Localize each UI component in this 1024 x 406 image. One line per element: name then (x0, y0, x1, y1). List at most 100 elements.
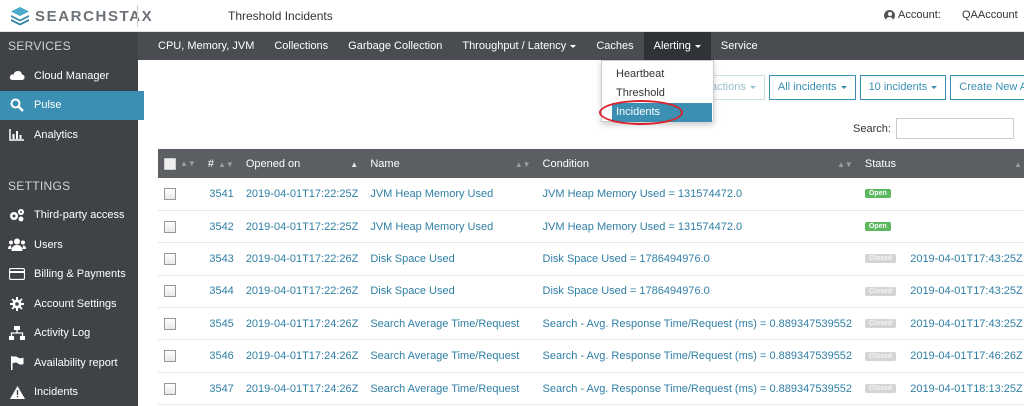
column-header-condition[interactable]: Condition ▲▼ (536, 149, 859, 178)
incident-opened-on[interactable]: 2019-04-01T17:24:26Z (239, 339, 365, 373)
search-icon (8, 98, 26, 113)
row-checkbox[interactable] (164, 187, 176, 200)
menu-item-heartbeat[interactable]: Heartbeat (602, 65, 713, 84)
sidebar-item-pulse[interactable]: Pulse (0, 90, 144, 120)
table-header-row: ▲▼ # ▲▼ Opened on ▲ Name ▲▼ Condition ▲▼ Sta… (158, 149, 1024, 178)
create-alert-button[interactable]: Create New Alert (950, 75, 1024, 100)
logo[interactable]: SEARCHSTAX (10, 6, 153, 26)
incident-closed-on[interactable]: 2019-04-01T18:13:25Z (910, 383, 1023, 395)
sidebar-item-incidents[interactable]: Incidents (0, 378, 138, 406)
incident-condition[interactable]: JVM Heap Memory Used = 131574472.0 (536, 210, 859, 244)
incident-closed-on[interactable]: 2019-04-01T17:43:25Z (910, 318, 1023, 330)
incident-name[interactable]: Search Average Time/Request (364, 339, 537, 373)
cloud-icon (8, 69, 26, 83)
incident-status-cell: Closed 2019-04-01T17:43:25Z (858, 242, 1024, 276)
incident-name[interactable]: JVM Heap Memory Used (364, 210, 537, 244)
nav-item-label: Alerting (653, 40, 691, 52)
column-header-id[interactable]: # ▲▼ (201, 149, 240, 178)
credit-card-icon (8, 267, 26, 281)
incident-name[interactable]: JVM Heap Memory Used (364, 178, 537, 211)
table-row[interactable]: 3544 2019-04-01T17:22:26Z Disk Space Used D… (158, 275, 1024, 309)
account-user[interactable]: QAAccount (962, 9, 1018, 21)
sidebar-item-availability-report[interactable]: Availability report (0, 348, 138, 378)
nav-item-garbage-collection[interactable]: Garbage Collection (338, 32, 452, 60)
sort-icon: ▲▼ (514, 159, 531, 169)
incident-opened-on[interactable]: 2019-04-01T17:22:26Z (239, 242, 365, 276)
filter-dropdown-button[interactable]: All incidents (768, 75, 856, 100)
column-header-label: Name (370, 157, 400, 170)
incident-closed-on[interactable]: 2019-04-01T17:46:26Z (910, 350, 1023, 362)
nav-item-service[interactable]: Service (711, 32, 768, 60)
nav-item-caches[interactable]: Caches (586, 32, 643, 60)
user-icon (884, 9, 895, 21)
incident-id[interactable]: 3547 (201, 372, 240, 406)
cogs-icon (8, 208, 26, 222)
header-divider (137, 5, 138, 27)
incident-condition[interactable]: Search - Avg. Response Time/Request (ms)… (536, 339, 859, 373)
chevron-down-icon (931, 85, 938, 89)
row-checkbox[interactable] (164, 382, 176, 395)
row-select-cell (158, 339, 202, 373)
row-checkbox[interactable] (164, 285, 176, 298)
table-row[interactable]: 3541 2019-04-01T17:22:25Z JVM Heap Memory … (158, 178, 1024, 211)
sidebar-item-analytics[interactable]: Analytics (0, 120, 138, 150)
table-row[interactable]: 3547 2019-04-01T17:24:26Z Search Average T… (158, 372, 1024, 406)
table-row[interactable]: 3543 2019-04-01T17:22:26Z Disk Space Used D… (158, 242, 1024, 276)
incident-opened-on[interactable]: 2019-04-01T17:24:26Z (239, 372, 365, 406)
sidebar-item-billing[interactable]: Billing & Payments (0, 260, 138, 290)
incident-closed-on[interactable]: 2019-04-01T17:43:25Z (910, 285, 1023, 297)
row-checkbox[interactable] (164, 220, 176, 233)
search-input[interactable] (895, 118, 1014, 139)
incident-name[interactable]: Disk Space Used (364, 242, 537, 276)
incident-condition[interactable]: Search - Avg. Response Time/Request (ms)… (536, 307, 859, 341)
row-checkbox[interactable] (164, 350, 176, 363)
nav-item-throughput-latency[interactable]: Throughput / Latency (452, 32, 586, 60)
incidents-table: ▲▼ # ▲▼ Opened on ▲ Name ▲▼ Condition ▲▼ Sta… (158, 149, 1024, 406)
incident-status-cell: Open (858, 210, 1024, 244)
row-checkbox[interactable] (164, 253, 176, 266)
row-checkbox[interactable] (164, 317, 176, 330)
incident-opened-on[interactable]: 2019-04-01T17:22:26Z (239, 275, 365, 309)
table-row[interactable]: 3546 2019-04-01T17:24:26Z Search Average T… (158, 339, 1024, 373)
sidebar-item-account-settings[interactable]: Account Settings (0, 289, 138, 319)
column-header-opened-on[interactable]: Opened on ▲ (239, 149, 365, 178)
top-nav: CPU, Memory, JVM Collections Garbage Col… (138, 32, 1024, 60)
nav-item-alerting[interactable]: Alerting (643, 32, 711, 60)
incident-id[interactable]: 3542 (201, 210, 240, 244)
incident-opened-on[interactable]: 2019-04-01T17:24:26Z (239, 307, 365, 341)
incident-id[interactable]: 3541 (201, 178, 240, 211)
sidebar-item-label: Cloud Manager (34, 69, 110, 82)
incident-name[interactable]: Search Average Time/Request (364, 372, 537, 406)
incident-condition[interactable]: Disk Space Used = 1786494976.0 (536, 242, 859, 276)
page-size-dropdown-button[interactable]: 10 incidents (859, 75, 947, 100)
row-select-cell (158, 372, 202, 406)
incident-closed-on[interactable]: 2019-04-01T17:43:25Z (910, 253, 1023, 265)
incident-id[interactable]: 3545 (201, 307, 240, 341)
incident-id[interactable]: 3546 (201, 339, 240, 373)
incident-opened-on[interactable]: 2019-04-01T17:22:25Z (239, 178, 365, 211)
table-row[interactable]: 3542 2019-04-01T17:22:25Z JVM Heap Memory … (158, 210, 1024, 244)
incident-id[interactable]: 3544 (201, 275, 240, 309)
sitemap-icon (8, 326, 26, 341)
select-all-checkbox[interactable] (164, 157, 176, 170)
incident-condition[interactable]: Disk Space Used = 1786494976.0 (536, 275, 859, 309)
table-row[interactable]: 3545 2019-04-01T17:24:26Z Search Average T… (158, 307, 1024, 341)
incident-status-cell: Open (858, 178, 1024, 211)
incident-condition[interactable]: Search - Avg. Response Time/Request (ms)… (536, 372, 859, 406)
sidebar-item-users[interactable]: Users (0, 230, 138, 260)
incident-opened-on[interactable]: 2019-04-01T17:22:25Z (239, 210, 365, 244)
nav-item-collections[interactable]: Collections (264, 32, 338, 60)
sort-icon: ▲▼ (217, 159, 234, 169)
sidebar-item-cloud-manager[interactable]: Cloud Manager (0, 61, 138, 91)
nav-item-cpu-memory-jvm[interactable]: CPU, Memory, JVM (138, 32, 264, 60)
column-header-name[interactable]: Name ▲▼ (364, 149, 537, 178)
sidebar-item-third-party-access[interactable]: Third-party access (0, 201, 138, 231)
incident-name[interactable]: Disk Space Used (364, 275, 537, 309)
gear-icon (8, 296, 26, 311)
sidebar-item-activity-log[interactable]: Activity Log (0, 319, 138, 349)
incident-name[interactable]: Search Average Time/Request (364, 307, 537, 341)
account-menu[interactable]: Account: (884, 9, 941, 21)
incident-id[interactable]: 3543 (201, 242, 240, 276)
incident-condition[interactable]: JVM Heap Memory Used = 131574472.0 (536, 178, 859, 211)
column-header-status[interactable]: Status ▲▼ (858, 149, 1024, 178)
